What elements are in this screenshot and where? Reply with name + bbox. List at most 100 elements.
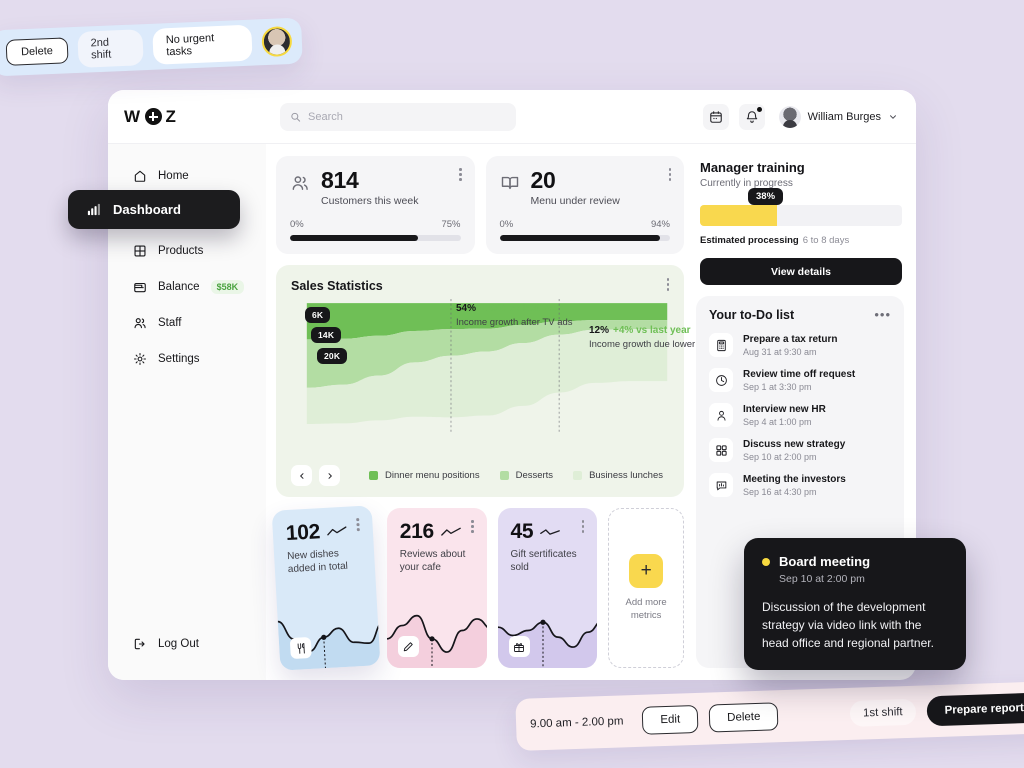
search-input[interactable] <box>308 110 506 123</box>
metric-card-gift-certificates: 45 Gift sertificates sold <box>497 508 598 668</box>
search-box[interactable] <box>280 102 516 131</box>
edit-button[interactable]: Edit <box>641 704 699 735</box>
card-menu-button[interactable] <box>668 168 671 183</box>
sidebar-item-home[interactable]: Home <box>118 161 256 191</box>
add-metrics-card[interactable]: + Add more metrics <box>608 508 684 668</box>
chart-annotation-1: 54% +10% vs last year Income growth after… <box>456 303 606 328</box>
status-dot <box>762 557 770 566</box>
list-item[interactable]: Interview new HR Sep 4 at 1:00 pm <box>709 403 891 427</box>
stat-max: 75% <box>441 219 461 231</box>
calculator-icon <box>709 333 733 357</box>
plus-circle-icon <box>144 108 162 125</box>
legend-item[interactable]: Dinner menu positions <box>369 470 480 481</box>
sidebar-item-settings[interactable]: Settings <box>118 344 256 374</box>
shift-chip[interactable]: 1st shift <box>849 698 917 727</box>
grid-icon <box>132 244 147 259</box>
legend-label: Desserts <box>515 470 554 481</box>
avatar[interactable] <box>261 25 293 58</box>
sales-title: Sales Statistics <box>291 278 383 293</box>
metric-label: Reviews about your cafe <box>399 549 466 574</box>
status-chip[interactable]: No urgent tasks <box>152 24 253 65</box>
annotation-text: Income growth after TV ads <box>456 317 573 329</box>
sidebar-item-label: Home <box>158 170 189 182</box>
legend-label: Dinner menu positions <box>385 470 480 481</box>
cutlery-icon <box>289 636 312 660</box>
time-range-label: 9.00 am - 2.00 pm <box>529 715 624 731</box>
app-logo[interactable]: W Z <box>124 107 274 127</box>
calendar-button[interactable] <box>702 103 729 130</box>
legend-swatch <box>499 471 509 480</box>
trend-line-icon <box>327 525 347 535</box>
trend-line-icon <box>441 527 461 536</box>
chart-prev-button[interactable] <box>291 465 312 486</box>
metric-label: New dishes added in total <box>286 548 349 576</box>
metric-label: Gift sertificates sold <box>510 549 577 574</box>
user-menu[interactable]: William Burges <box>778 105 898 128</box>
plus-icon: + <box>629 554 664 589</box>
annotation-value: 54% <box>456 303 477 315</box>
y-label-3: 20K <box>317 348 348 365</box>
floating-bottom-toolbar: 9.00 am - 2.00 pm Edit Delete 1st shift … <box>515 681 1024 751</box>
todo-item-time: Aug 31 at 9:30 am <box>743 346 817 357</box>
chevron-right-icon <box>328 472 332 479</box>
user-name: William Burges <box>807 110 881 123</box>
add-metrics-label: Add more metrics <box>625 597 667 621</box>
progress-fill <box>499 235 660 242</box>
sidebar-item-label: Dashboard <box>113 202 181 217</box>
chevron-down-icon <box>890 114 896 119</box>
todo-item-time: Sep 16 at 4:30 pm <box>743 486 817 497</box>
card-menu-button[interactable] <box>666 278 669 293</box>
logo-right-letter: Z <box>165 106 177 126</box>
progress-track <box>499 235 670 242</box>
view-details-button[interactable]: View details <box>700 258 902 285</box>
training-percent-badge: 38% <box>748 188 784 205</box>
card-menu-button[interactable] <box>471 520 474 535</box>
top-bar: W Z Search William Burges <box>108 90 916 144</box>
training-progress-fill <box>700 205 777 226</box>
chart-bubble-icon <box>709 473 733 497</box>
ellipsis-icon[interactable]: ••• <box>874 308 891 321</box>
sidebar-item-products[interactable]: Products <box>118 236 256 266</box>
sales-statistics-card: Sales Statistics 6K 14K 20K 54% +10% vs l… <box>276 265 720 497</box>
book-icon <box>500 173 520 193</box>
stat-card-menu: 20 Menu under review 0% 94% <box>485 156 684 255</box>
manager-training-panel: Manager training Currently in progress 3… <box>696 156 904 285</box>
stat-value: 20 <box>530 167 556 193</box>
todo-item-name: Meeting the investors <box>743 473 846 485</box>
list-item[interactable]: Review time off request Sep 1 at 3:30 pm <box>709 368 891 392</box>
edit-icon <box>397 636 419 657</box>
list-item[interactable]: Prepare a tax return Aug 31 at 9:30 am <box>709 333 891 357</box>
training-title: Manager training <box>700 160 805 175</box>
list-item[interactable]: Meeting the investors Sep 16 at 4:30 pm <box>709 473 891 497</box>
person-icon <box>709 403 733 427</box>
sidebar-item-logout[interactable]: Log Out <box>118 629 256 659</box>
legend-item[interactable]: Desserts <box>499 470 554 481</box>
delete-button[interactable]: Delete <box>708 702 779 733</box>
top-bar-actions: William Burges <box>702 103 898 130</box>
sidebar-item-dashboard[interactable]: Dashboard <box>68 190 240 229</box>
shift-chip[interactable]: 2nd shift <box>77 29 144 68</box>
tooltip-title: Board meeting <box>779 554 871 569</box>
sparkline-fill <box>277 606 381 671</box>
card-menu-button[interactable] <box>459 168 462 183</box>
delete-button[interactable]: Delete <box>5 37 69 66</box>
legend-item[interactable]: Business lunches <box>573 470 663 481</box>
list-item[interactable]: Discuss new strategy Sep 10 at 2:00 pm <box>709 438 891 462</box>
stat-max: 94% <box>650 219 670 231</box>
metric-card-reviews: 216 Reviews about your cafe <box>386 508 487 668</box>
prepare-report-button[interactable]: Prepare report <box>926 692 1024 727</box>
card-menu-button[interactable] <box>356 518 360 533</box>
chart-next-button[interactable] <box>319 465 340 486</box>
tooltip-time: Sep 10 at 2:00 pm <box>779 573 865 585</box>
card-menu-button[interactable] <box>581 520 585 535</box>
metric-value: 216 <box>399 520 434 543</box>
annotation-delta: +4% vs last year <box>613 325 691 337</box>
notifications-button[interactable] <box>738 103 765 130</box>
stat-card-customers: 814 Customers this week 0% 75% <box>276 156 475 255</box>
sidebar-item-label: Balance <box>158 281 200 293</box>
sidebar-item-balance[interactable]: Balance $58K <box>118 272 256 302</box>
sidebar-item-staff[interactable]: Staff <box>118 308 256 338</box>
training-progress-track <box>700 205 902 226</box>
balance-badge: $58K <box>210 280 245 294</box>
todo-item-name: Interview new HR <box>743 403 826 415</box>
